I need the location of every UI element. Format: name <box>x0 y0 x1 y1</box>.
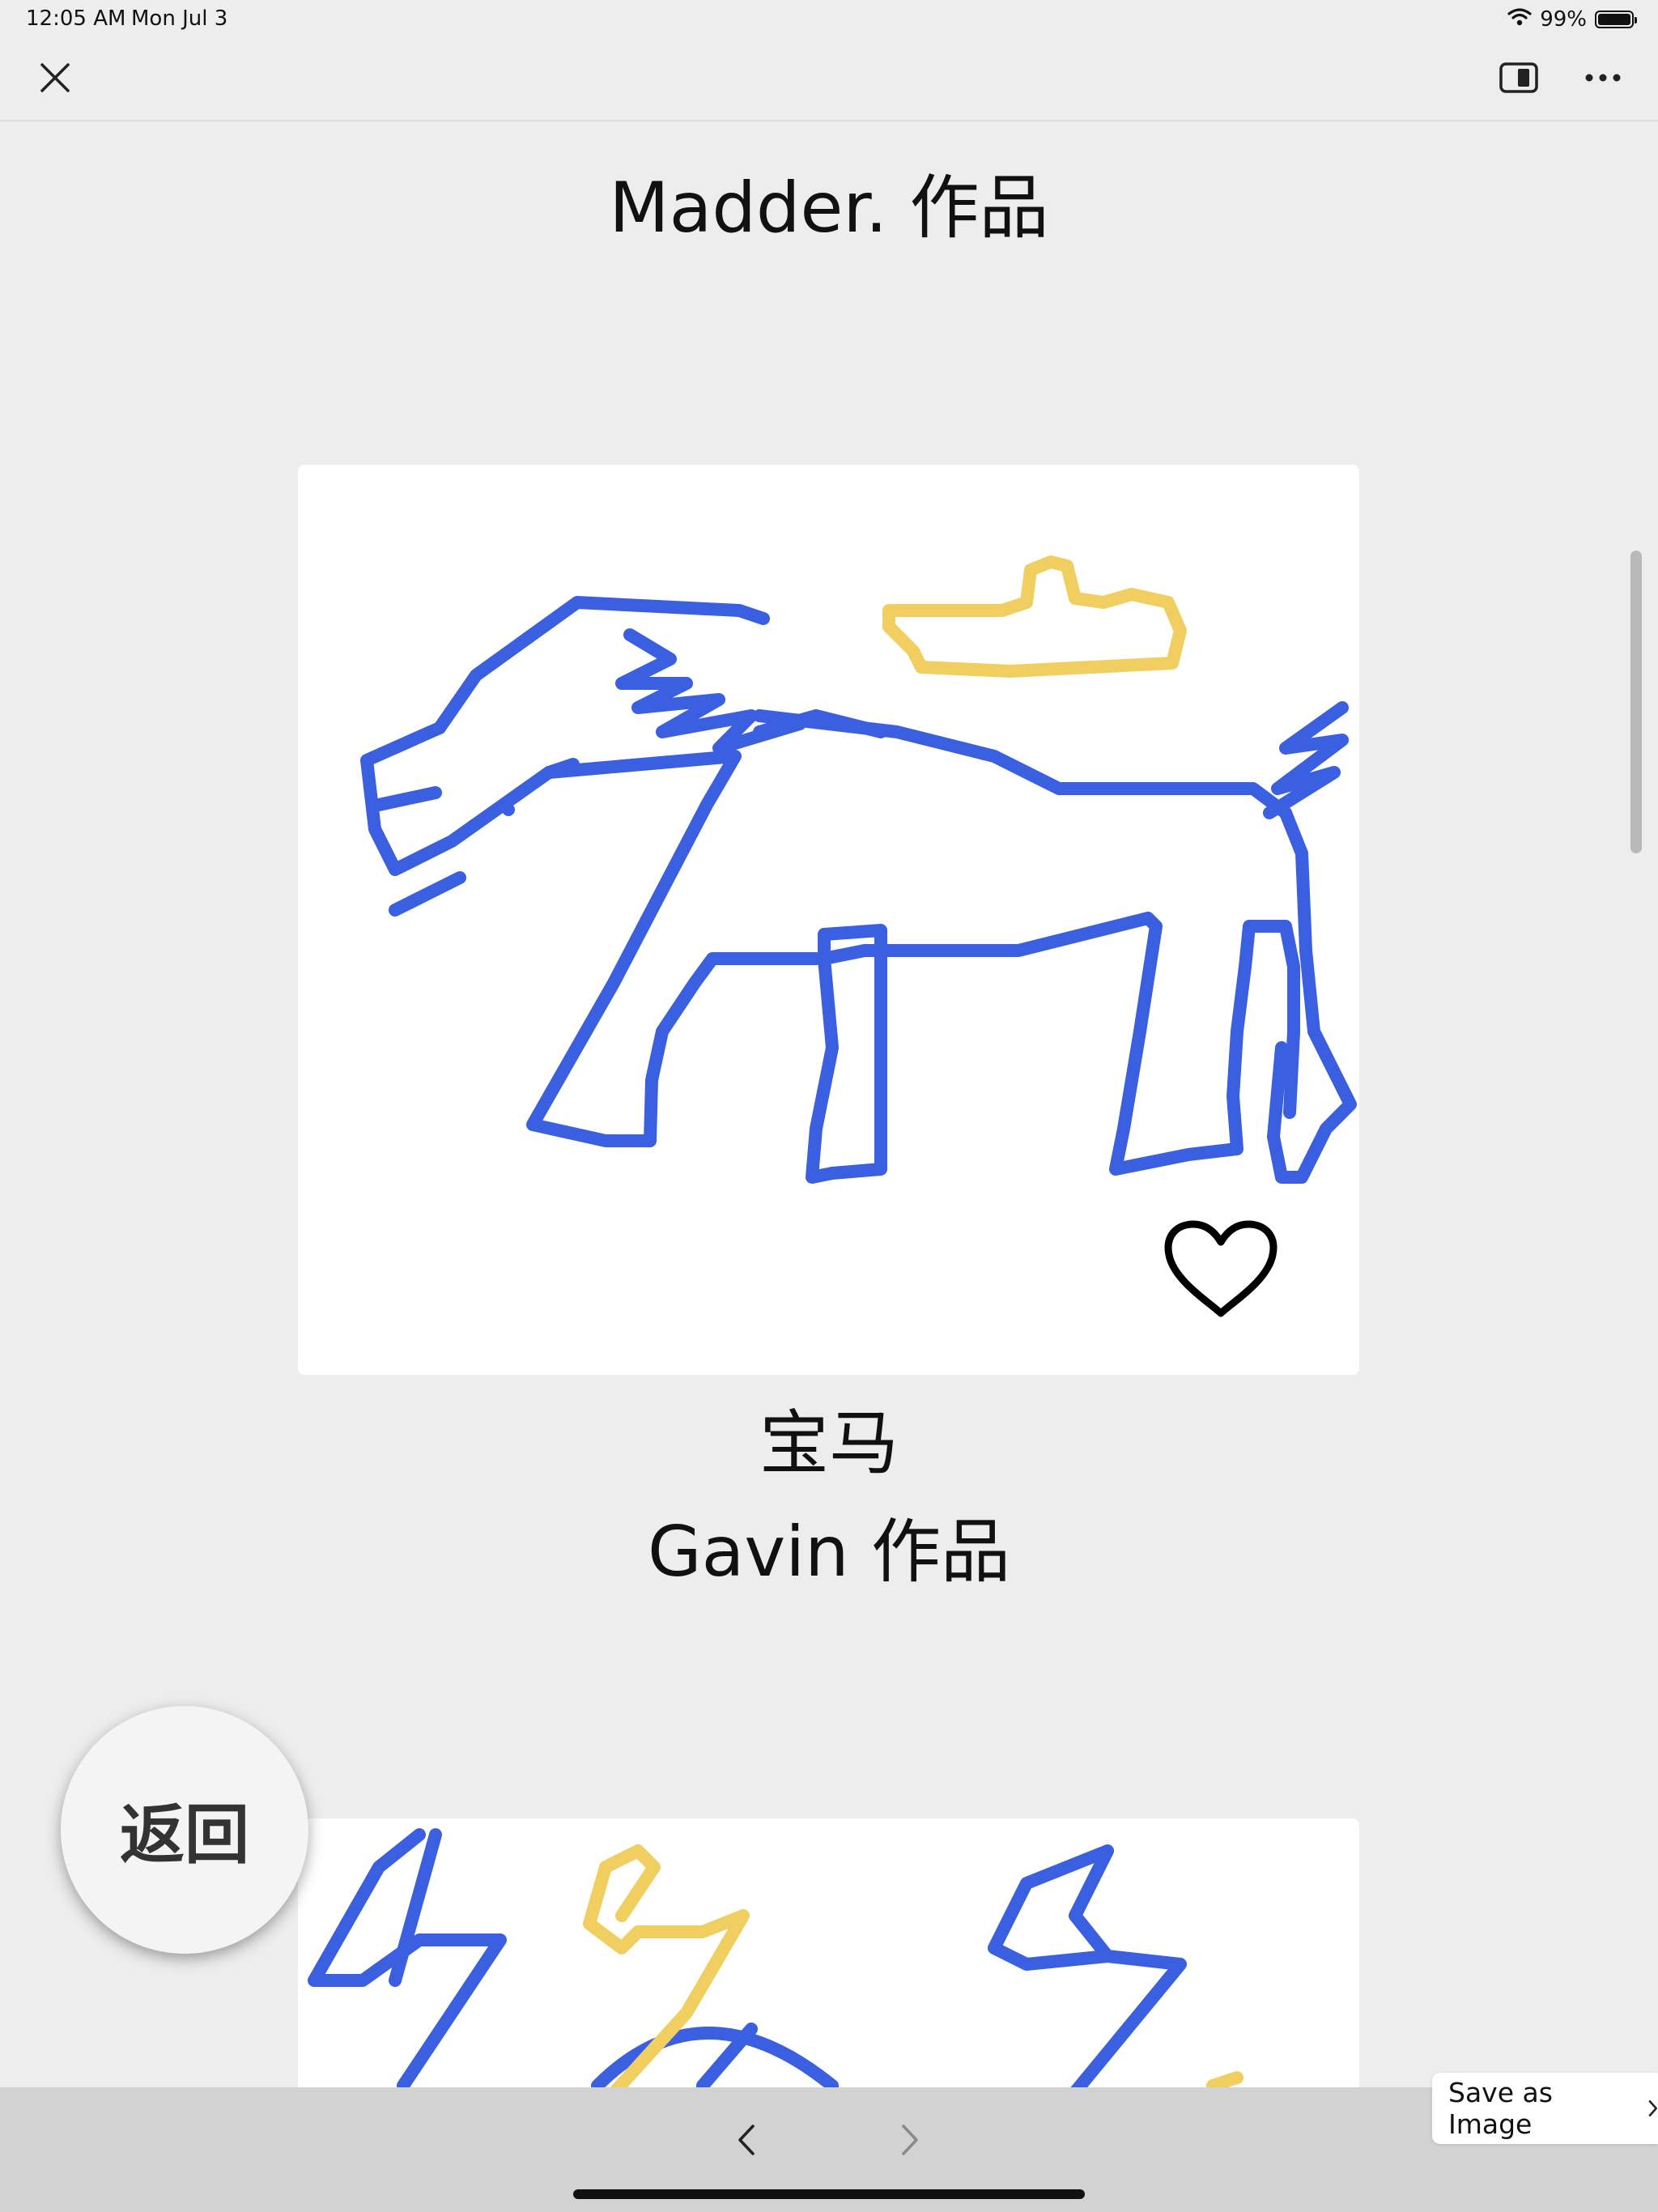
artwork-title: 宝马 <box>759 1403 899 1484</box>
page-title: Madder. 作品 <box>609 168 1049 249</box>
status-indicators: 99% <box>1507 6 1637 32</box>
browser-forward-button[interactable] <box>894 2116 926 2163</box>
status-time: 12:05 AM <box>26 6 126 31</box>
artwork-drawing <box>308 1828 1244 2087</box>
chevron-left-icon <box>738 2125 755 2155</box>
status-bar: 12:05 AM Mon Jul 3 99% <box>0 0 1658 39</box>
nav-bar <box>0 39 1658 121</box>
wifi-icon <box>1507 7 1532 32</box>
status-date: Mon Jul 3 <box>131 6 228 31</box>
chevron-right-icon <box>1649 2100 1658 2116</box>
more-icon <box>1585 74 1621 82</box>
save-as-image-label: Save as Image <box>1448 2077 1553 2140</box>
battery-icon <box>1595 11 1637 28</box>
scrollbar[interactable] <box>1630 551 1642 853</box>
sidebar-toggle-button[interactable] <box>1498 58 1540 97</box>
battery-fill <box>1598 14 1630 25</box>
close-icon <box>40 63 70 92</box>
bottom-toolbar <box>0 2087 1658 2212</box>
artwork-card[interactable] <box>298 1819 1359 2087</box>
save-as-image-button[interactable]: Save as Image <box>1432 2073 1658 2144</box>
chevron-right-icon <box>902 2125 918 2155</box>
browser-back-button[interactable] <box>730 2116 763 2163</box>
close-button[interactable] <box>36 58 74 97</box>
home-indicator <box>573 2189 1085 2199</box>
battery-percent: 99% <box>1540 7 1587 32</box>
sidebar-toggle-icon <box>1499 62 1538 93</box>
battery-cap <box>1635 17 1637 23</box>
artwork-card[interactable] <box>298 465 1359 1375</box>
more-button[interactable] <box>1584 58 1622 97</box>
back-floating-button[interactable]: 返回 <box>61 1706 308 1954</box>
artwork-author: Gavin 作品 <box>648 1512 1010 1593</box>
heart-icon[interactable] <box>1163 1218 1279 1321</box>
